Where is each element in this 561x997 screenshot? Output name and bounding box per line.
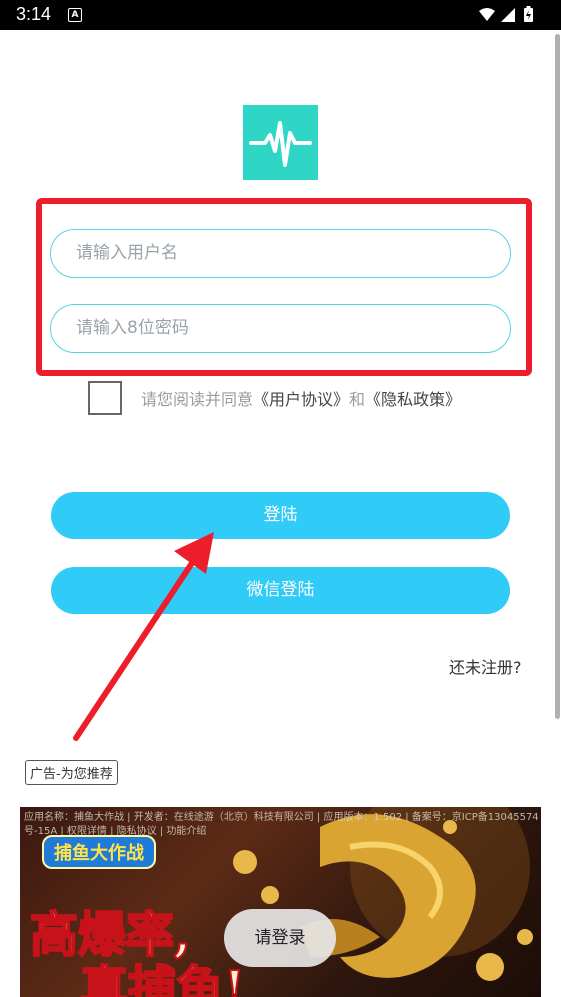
ad-label: 广告-为您推荐 [25, 760, 118, 785]
game-logo: 捕鱼大作战 [42, 835, 156, 869]
ad-info-line-1: 应用名称：捕鱼大作战 | 开发者：在线途游（北京）科技有限公司 | 应用版本：1… [24, 812, 539, 823]
ad-banner[interactable]: 应用名称：捕鱼大作战 | 开发者：在线途游（北京）科技有限公司 | 应用版本：1… [20, 807, 541, 997]
ad-slogan-2: 真捕鱼! [79, 960, 246, 997]
login-toast: 请登录 [224, 909, 336, 967]
